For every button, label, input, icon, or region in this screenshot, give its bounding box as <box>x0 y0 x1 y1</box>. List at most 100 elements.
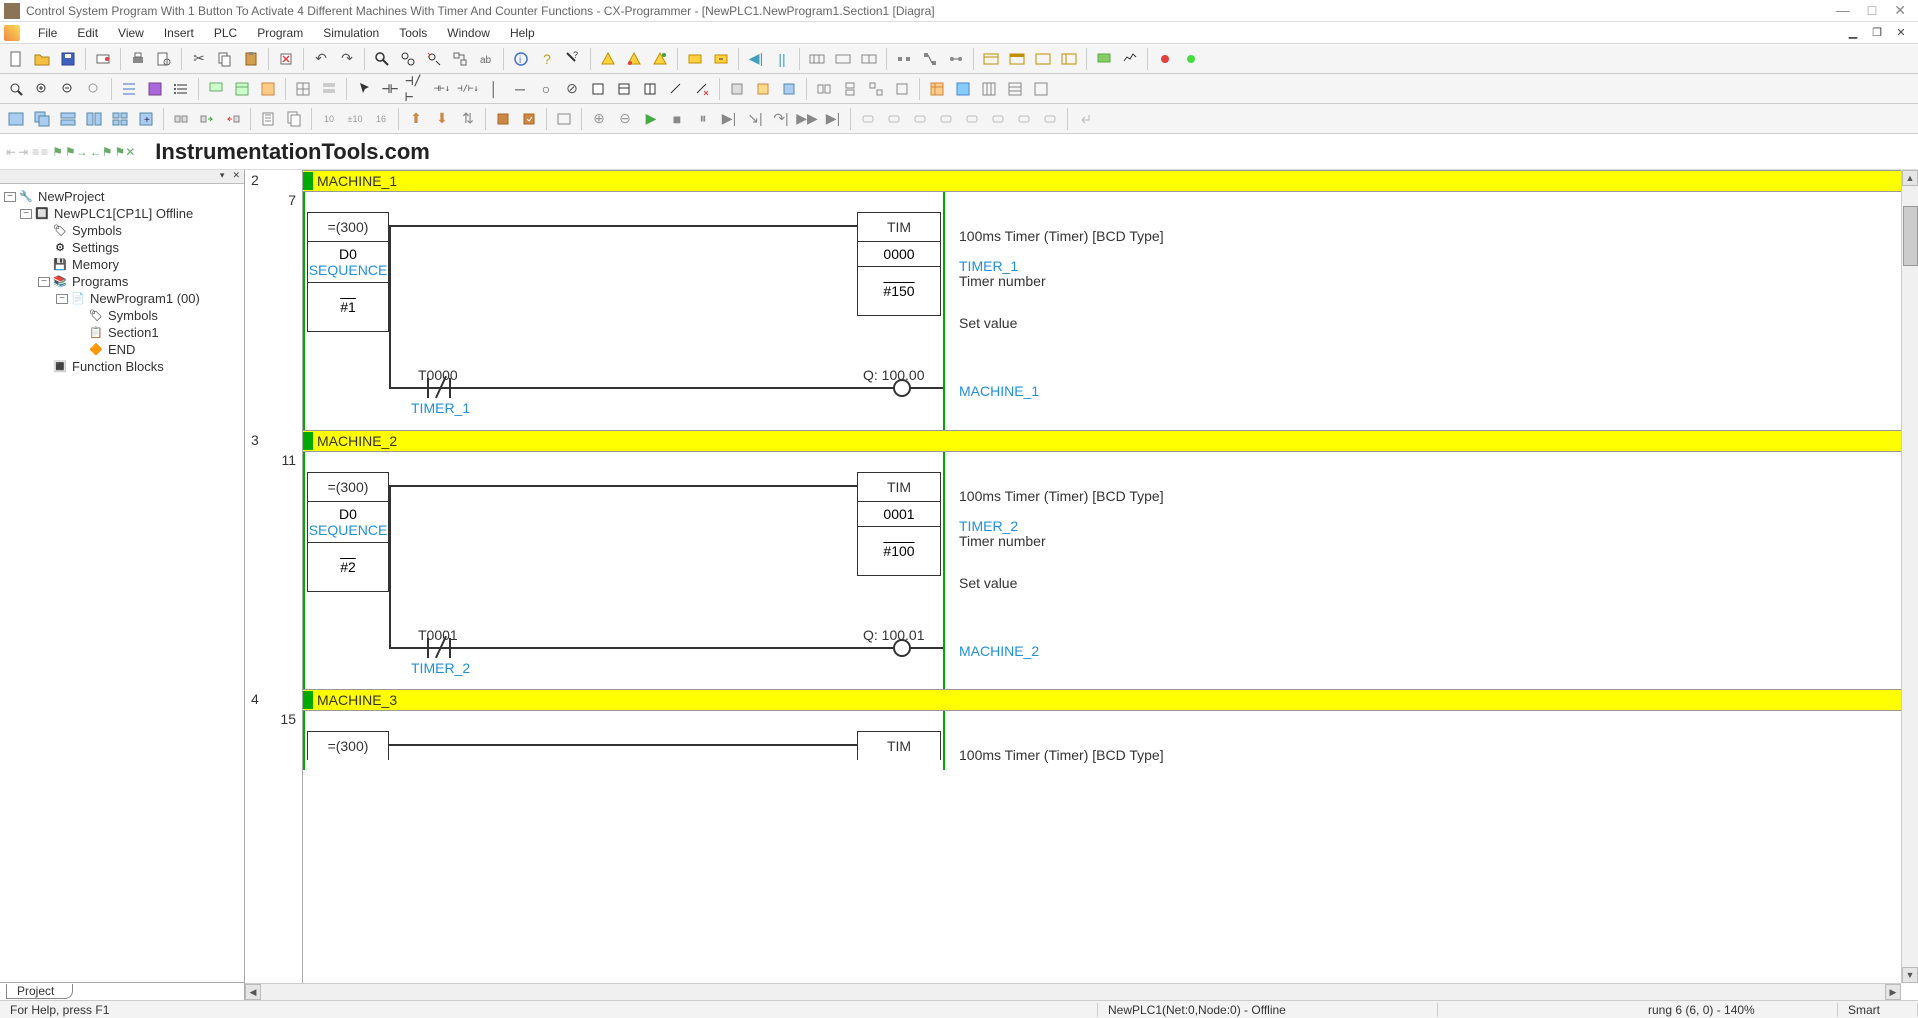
warning1-button[interactable] <box>596 47 620 71</box>
view-mnemonic-button[interactable] <box>143 77 167 101</box>
undo-button[interactable]: ↶ <box>309 47 333 71</box>
coil-button[interactable]: ○ <box>534 77 558 101</box>
window-h-button[interactable] <box>56 107 80 131</box>
contact-no-or-button[interactable]: ⊣⊢↓ <box>430 77 454 101</box>
menu-help[interactable]: Help <box>500 24 545 42</box>
bookmark-prev-button[interactable]: ←⚑ <box>90 145 113 159</box>
contact-no-button[interactable]: ⊣⊢ <box>378 77 402 101</box>
transfer-from-button[interactable] <box>221 107 245 131</box>
step-into-button[interactable]: ↘| <box>743 107 767 131</box>
net-button-1[interactable] <box>892 47 916 71</box>
selection-mode-button[interactable] <box>352 77 376 101</box>
new-button[interactable] <box>4 47 28 71</box>
bookmark-button[interactable]: ⚑ <box>52 145 63 159</box>
block-button-1[interactable] <box>725 77 749 101</box>
task-button[interactable] <box>552 107 576 131</box>
send-changes-button[interactable] <box>517 107 541 131</box>
seg1-button[interactable] <box>856 107 880 131</box>
tree-node-symbols[interactable]: 🏷 Symbols <box>2 222 244 239</box>
seg2-button[interactable] <box>882 107 906 131</box>
io-button-1[interactable] <box>979 47 1003 71</box>
step-button[interactable]: ▶| <box>717 107 741 131</box>
net-button-2[interactable] <box>918 47 942 71</box>
save-button[interactable] <box>56 47 80 71</box>
hline-button[interactable]: ─ <box>508 77 532 101</box>
grid-button[interactable] <box>291 77 315 101</box>
menu-file[interactable]: File <box>28 24 67 42</box>
project-tree[interactable]: − 🔧 NewProject − 🔲 NewPLC1[CP1L] Offline… <box>0 184 244 982</box>
radix-16-button[interactable]: 16 <box>369 107 393 131</box>
monitor-button[interactable] <box>1092 47 1116 71</box>
window-cascade-button[interactable] <box>30 107 54 131</box>
window-v-button[interactable] <box>82 107 106 131</box>
outdent-button[interactable]: ⇤ <box>6 145 16 159</box>
tree-node-newprogram[interactable]: − 📄 NewProgram1 (00) <box>2 290 244 307</box>
menu-window[interactable]: Window <box>437 24 500 42</box>
info-button[interactable]: i <box>509 47 533 71</box>
menu-program[interactable]: Program <box>247 24 313 42</box>
led-button-1[interactable] <box>1153 47 1177 71</box>
zoom-out-button[interactable] <box>56 77 80 101</box>
mdi-close-button[interactable]: ✕ <box>1894 26 1908 40</box>
arrange-button-3[interactable] <box>864 77 888 101</box>
print-button[interactable] <box>126 47 150 71</box>
stop-button[interactable]: ■ <box>665 107 689 131</box>
rung-comment-header[interactable]: MACHINE_1 <box>303 170 1901 192</box>
seg3-button[interactable] <box>908 107 932 131</box>
plc-transfer-button[interactable] <box>91 47 115 71</box>
tree-node-plc[interactable]: − 🔲 NewPLC1[CP1L] Offline <box>2 205 244 222</box>
scroll-left-button[interactable]: ◀ <box>245 984 261 1000</box>
menu-tools[interactable]: Tools <box>389 24 437 42</box>
step-fwd-button[interactable]: ▶▶ <box>795 107 819 131</box>
panel-close-button[interactable]: ✕ <box>228 170 244 183</box>
line-draw-button[interactable] <box>664 77 688 101</box>
seg8-button[interactable] <box>1038 107 1062 131</box>
vertical-scrollbar[interactable]: ▲ ▼ <box>1901 170 1918 983</box>
led-button-2[interactable] <box>1179 47 1203 71</box>
force-on-button[interactable]: ⊕ <box>587 107 611 131</box>
find-button[interactable] <box>370 47 394 71</box>
pause-button[interactable]: || <box>770 47 794 71</box>
return-button[interactable] <box>1073 107 1097 131</box>
minimize-button[interactable]: — <box>1836 2 1850 19</box>
seg7-button[interactable] <box>1012 107 1036 131</box>
step-over-button[interactable]: ↷| <box>769 107 793 131</box>
vline-button[interactable]: │ <box>482 77 506 101</box>
upload-button[interactable]: ⬆ <box>404 107 428 131</box>
table-button-1[interactable] <box>925 77 949 101</box>
menu-insert[interactable]: Insert <box>154 24 204 42</box>
tree-node-section1[interactable]: 📋 Section1 <box>2 324 244 341</box>
output-coil[interactable] <box>893 639 911 657</box>
tree-node-memory[interactable]: 💾 Memory <box>2 256 244 273</box>
horizontal-scrollbar[interactable]: ◀ ▶ <box>245 983 1901 1000</box>
io-button-4[interactable] <box>1057 47 1081 71</box>
paste-button[interactable] <box>239 47 263 71</box>
function-button[interactable] <box>586 77 610 101</box>
arrange-button-2[interactable] <box>838 77 862 101</box>
radix-10-signed-button[interactable]: ±10 <box>343 107 367 131</box>
table-button-2[interactable] <box>951 77 975 101</box>
align-right-button[interactable]: ≡ <box>41 145 48 159</box>
menu-edit[interactable]: Edit <box>67 24 108 42</box>
arrange-button-4[interactable] <box>890 77 914 101</box>
scroll-down-button[interactable]: ▼ <box>1902 967 1918 983</box>
mem-view3-button[interactable] <box>857 47 881 71</box>
function-3-button[interactable] <box>638 77 662 101</box>
window-new-button[interactable]: + <box>134 107 158 131</box>
compare-function-block[interactable]: =(300) D0 SEQUENCE #1 <box>307 212 389 332</box>
arrange-button-1[interactable] <box>812 77 836 101</box>
menu-plc[interactable]: PLC <box>204 24 247 42</box>
seg4-button[interactable] <box>934 107 958 131</box>
zoom-100-button[interactable] <box>82 77 106 101</box>
toggle-address-button[interactable] <box>230 77 254 101</box>
toggle-comments-button[interactable] <box>204 77 228 101</box>
maximize-button[interactable]: □ <box>1868 2 1876 19</box>
net-button-3[interactable] <box>944 47 968 71</box>
contact-nc-or-button[interactable]: ⊣/⊢↓ <box>456 77 480 101</box>
ladder-editor[interactable]: 2 7 3 11 4 15 MACHINE_1 <box>245 170 1918 1000</box>
play-button[interactable]: ▶ <box>639 107 663 131</box>
compile-button[interactable] <box>256 107 280 131</box>
scroll-thumb[interactable] <box>1903 206 1918 266</box>
view-list-button[interactable] <box>169 77 193 101</box>
block-button-3[interactable] <box>777 77 801 101</box>
